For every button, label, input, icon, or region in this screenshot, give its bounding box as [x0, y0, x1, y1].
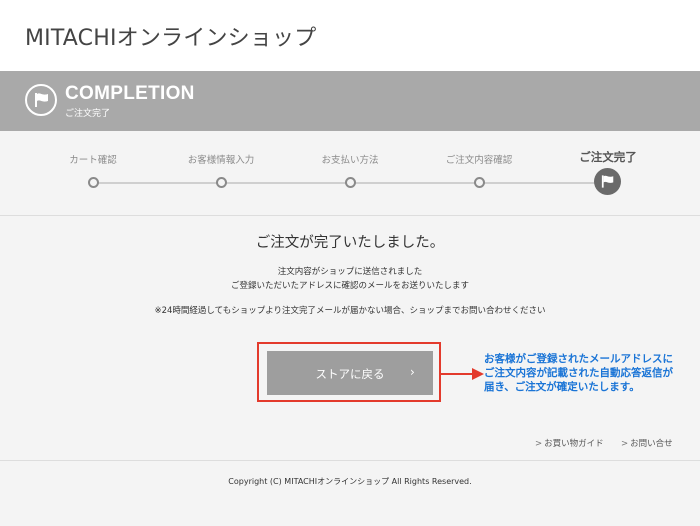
notice-text: ※24時間経過してもショップより注文完了メールが届かない場合、ショップまでお問い… [154, 306, 546, 316]
divider [0, 215, 700, 216]
link-label: お買い物ガイド [544, 439, 604, 449]
annotation-line: お客様がご登録されたメールアドレスに [484, 353, 673, 365]
step-dot [88, 177, 99, 188]
step-label: ご注文内容確認 [445, 155, 513, 166]
completion-banner: COMPLETION ご注文完了 [0, 71, 700, 131]
highlight-box [257, 342, 441, 402]
site-title[interactable]: MITACHIオンラインショップ [25, 20, 316, 52]
arrow-right-icon [440, 368, 484, 380]
site-header: MITACHIオンラインショップ [0, 0, 700, 71]
flag-icon [25, 84, 57, 116]
step-label: お支払い方法 [321, 155, 379, 166]
step-label-current: ご注文完了 [579, 150, 637, 164]
completion-heading: ご注文が完了いたしました。 [255, 235, 445, 251]
checkout-progress: カート確認 お客様情報入力 お支払い方法 ご注文内容確認 ご注文完了 [0, 131, 700, 215]
footer-divider [0, 460, 700, 461]
step-label: お客様情報入力 [187, 155, 255, 166]
chevron-right-icon: > [535, 439, 543, 449]
shopping-guide-link[interactable]: > お買い物ガイド [535, 437, 604, 449]
step-dot [216, 177, 227, 188]
annotation-note: お客様がご登録されたメールアドレスに ご注文内容が記載された自動応答返信が 届き… [484, 352, 699, 394]
banner-subtitle: ご注文完了 [65, 109, 111, 119]
step-label: カート確認 [69, 155, 117, 166]
annotation-line: 届き、ご注文が確定いたします。 [484, 381, 640, 393]
chevron-right-icon: > [621, 439, 629, 449]
message-line: ご登録いただいたアドレスに確認のメールをお送りいたします [230, 281, 469, 291]
message-line: 注文内容がショップに送信されました [277, 267, 423, 277]
contact-link[interactable]: > お問い合せ [621, 437, 673, 449]
flag-icon [594, 168, 621, 195]
annotation-line: ご注文内容が記載された自動応答返信が [484, 367, 673, 379]
step-dot [345, 177, 356, 188]
link-label: お問い合せ [630, 439, 673, 449]
copyright: Copyright (C) MITACHIオンラインショップ All Right… [228, 477, 472, 486]
step-dot [474, 177, 485, 188]
banner-title: COMPLETION [65, 83, 195, 104]
